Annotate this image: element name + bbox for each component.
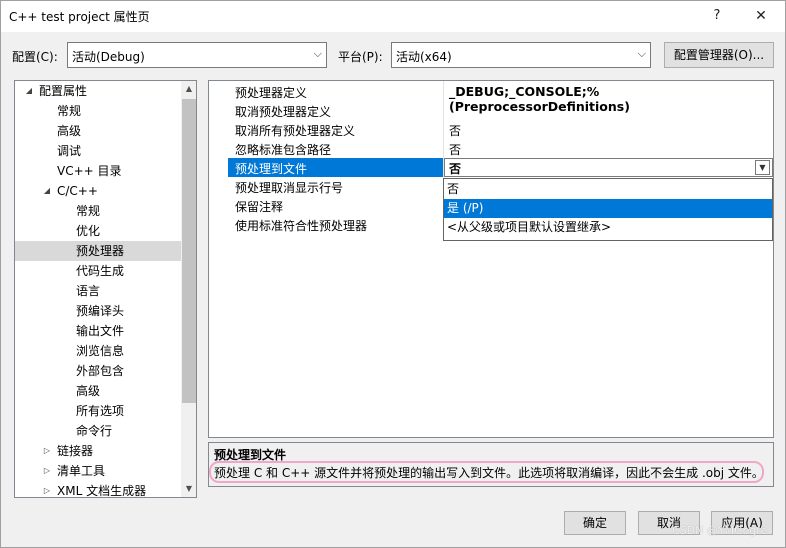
tree-item-root[interactable]: ◢ 配置属性 — [15, 81, 181, 101]
expanded-triangle-icon[interactable]: ◢ — [42, 181, 52, 201]
tree-scrollbar[interactable]: ▲ ▼ — [181, 81, 196, 497]
chevron-down-icon: ⌵ — [637, 47, 646, 60]
config-manager-button[interactable]: 配置管理器(O)... — [664, 42, 774, 68]
scroll-up-icon[interactable]: ▲ — [181, 81, 196, 97]
property-row[interactable]: 取消预处理器定义 — [209, 101, 773, 120]
tree-item[interactable]: 命令行 — [76, 421, 112, 441]
platform-combo-value: 活动(x64) — [396, 50, 452, 64]
tree-item[interactable]: 高级 — [57, 121, 81, 141]
property-value-combo[interactable]: 否 ▼ — [444, 158, 773, 177]
tree-item-cpp[interactable]: ◢ C/C++ — [15, 181, 181, 201]
property-name: 取消预处理器定义 — [235, 105, 332, 119]
property-name: 保留注释 — [235, 200, 284, 214]
chevron-down-icon: ⌵ — [313, 47, 322, 60]
tree-item[interactable]: 优化 — [76, 221, 100, 241]
tree-item[interactable]: 常规 — [57, 101, 81, 121]
expanded-triangle-icon[interactable]: ◢ — [24, 81, 34, 101]
tree-item[interactable]: VC++ 目录 — [57, 161, 122, 181]
tree-item-selected[interactable]: 预处理器 — [15, 241, 181, 261]
property-row[interactable]: 忽略标准包含路径 否 — [209, 139, 773, 158]
tree-item[interactable]: 代码生成 — [76, 261, 124, 281]
property-row[interactable]: 预处理器定义 _DEBUG;_CONSOLE;%(PreprocessorDef… — [209, 82, 773, 114]
tree-item-linker[interactable]: ▷ 链接器 — [15, 441, 181, 461]
property-value: 否 — [449, 124, 462, 138]
tree-item[interactable]: 浏览信息 — [76, 341, 124, 361]
tree-item-xmldoc[interactable]: ▷ XML 文档生成器 — [15, 481, 181, 497]
collapsed-triangle-icon[interactable]: ▷ — [42, 441, 52, 461]
dropdown-option-highlighted[interactable]: 是 (/P) — [444, 199, 772, 218]
dropdown-option[interactable]: <从父级或项目默认设置继承> — [444, 218, 772, 237]
config-label: 配置(C): — [12, 50, 58, 64]
watermark: CSDN @YMGogre — [672, 524, 768, 537]
help-icon[interactable]: ? — [705, 4, 729, 28]
tree-item[interactable]: 调试 — [57, 141, 81, 161]
ok-button[interactable]: 确定 — [564, 511, 626, 535]
property-value: 否 — [449, 143, 462, 157]
description-text: 预处理 C 和 C++ 源文件并将预处理的输出写入到文件。此选项将取消编译，因此… — [214, 466, 764, 480]
property-grid: 预处理器定义 _DEBUG;_CONSOLE;%(PreprocessorDef… — [208, 80, 774, 438]
scroll-thumb[interactable] — [182, 99, 196, 403]
chevron-down-icon[interactable]: ▼ — [755, 160, 770, 175]
title-bar: C++ test project 属性页 ? ✕ — [0, 0, 786, 32]
property-name: 取消所有预处理器定义 — [235, 124, 356, 138]
close-icon[interactable]: ✕ — [746, 4, 776, 28]
tree-item[interactable]: 输出文件 — [76, 321, 124, 341]
property-name: 预处理到文件 — [235, 162, 308, 176]
config-combo[interactable]: 活动(Debug) ⌵ — [67, 42, 327, 68]
tree-item[interactable]: 语言 — [76, 281, 100, 301]
property-name: 预处理器定义 — [235, 86, 308, 100]
property-value: 否 — [449, 162, 462, 176]
description-panel: 预处理到文件 预处理 C 和 C++ 源文件并将预处理的输出写入到文件。此选项将… — [208, 442, 774, 487]
window-title: C++ test project 属性页 — [9, 10, 150, 24]
property-row[interactable]: 取消所有预处理器定义 否 — [209, 120, 773, 139]
collapsed-triangle-icon[interactable]: ▷ — [42, 481, 52, 497]
tree-item[interactable]: 外部包含 — [76, 361, 124, 381]
scroll-down-icon[interactable]: ▼ — [181, 481, 196, 497]
dropdown-option[interactable]: 否 — [444, 180, 772, 199]
collapsed-triangle-icon[interactable]: ▷ — [42, 461, 52, 481]
platform-combo[interactable]: 活动(x64) ⌵ — [391, 42, 651, 68]
config-combo-value: 活动(Debug) — [72, 50, 145, 64]
property-tree: ◢ 配置属性 常规 高级 调试 VC++ 目录 ◢ C/C++ 常规 优化 预处… — [14, 80, 197, 498]
property-name: 预处理取消显示行号 — [235, 181, 344, 195]
property-name: 忽略标准包含路径 — [235, 143, 332, 157]
platform-label: 平台(P): — [338, 50, 383, 64]
selected-property-name-cell: 预处理到文件 — [228, 158, 443, 177]
property-name: 使用标准符合性预处理器 — [235, 219, 368, 233]
property-row-selected[interactable]: 预处理到文件 否 ▼ — [209, 158, 773, 177]
tree-item[interactable]: 常规 — [76, 201, 100, 221]
tree-item[interactable]: 所有选项 — [76, 401, 124, 421]
value-dropdown-list[interactable]: 否 是 (/P) <从父级或项目默认设置继承> — [443, 178, 773, 241]
tree-item[interactable]: 预编译头 — [76, 301, 124, 321]
tree-item[interactable]: 高级 — [76, 381, 100, 401]
tree-item-manifest[interactable]: ▷ 清单工具 — [15, 461, 181, 481]
